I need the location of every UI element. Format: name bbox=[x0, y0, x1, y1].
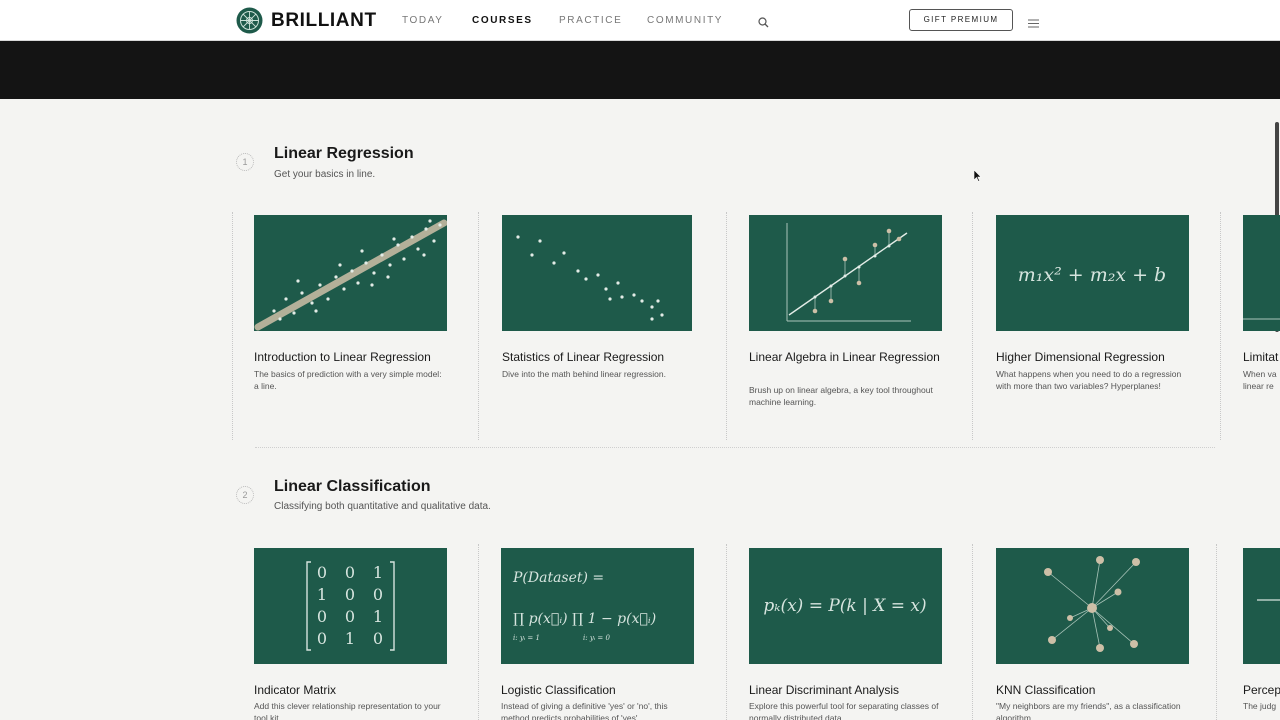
course-description: Dive into the math behind linear regress… bbox=[502, 369, 666, 379]
course-title: Indicator Matrix bbox=[254, 683, 337, 697]
course-title: Linear Discriminant Analysis bbox=[749, 683, 900, 697]
brand-name: BRILLIANT bbox=[271, 9, 377, 31]
matrix-icon: 001 100 001 010 bbox=[306, 561, 395, 651]
course-title: Linear Algebra in Linear Regression bbox=[749, 350, 940, 364]
svg-text:i: yᵢ = 1: i: yᵢ = 1 bbox=[513, 634, 540, 642]
nav-practice[interactable]: PRACTICE bbox=[559, 15, 622, 26]
top-nav: BRILLIANT TODAY COURSES PRACTICE COMMUNI… bbox=[0, 0, 1280, 41]
svg-text:1: 1 bbox=[373, 563, 383, 582]
svg-text:0: 0 bbox=[373, 585, 383, 604]
section-1-number: 1 bbox=[236, 153, 254, 171]
nearest-neighbors-graph-icon bbox=[1044, 556, 1140, 652]
course-thumbnail: m₁x² + m₂x + b bbox=[996, 215, 1189, 331]
course-description: The basics of prediction with a very sim… bbox=[254, 369, 442, 391]
divider bbox=[478, 212, 479, 440]
section-2-subtitle: Classifying both quantitative and qualit… bbox=[274, 501, 491, 512]
section-2-number: 2 bbox=[236, 486, 254, 504]
course-thumbnail: P(Dataset) = ∏ p(x⃗ᵢ) ∏ 1 − p(x⃗ᵢ) i: yᵢ… bbox=[501, 548, 694, 664]
course-description: "My neighbors are my friends", as a clas… bbox=[996, 701, 1181, 720]
divider bbox=[478, 544, 479, 720]
course-title: KNN Classification bbox=[996, 683, 1096, 697]
mouse-cursor-icon bbox=[973, 169, 982, 187]
course-description: Brush up on linear algebra, a key tool t… bbox=[749, 385, 933, 407]
svg-text:0: 0 bbox=[317, 563, 327, 582]
polynomial-formula-icon: m₁x² + m₂x + b bbox=[1018, 264, 1166, 286]
course-thumbnail bbox=[749, 215, 942, 331]
svg-text:1: 1 bbox=[345, 629, 355, 648]
course-title: Higher Dimensional Regression bbox=[996, 350, 1165, 364]
svg-text:0: 0 bbox=[345, 563, 355, 582]
course-thumbnail bbox=[1243, 548, 1280, 664]
lda-formula-icon: pₖ(x) = P(k | X = x) bbox=[763, 596, 926, 616]
divider bbox=[255, 447, 1215, 448]
likelihood-formula-icon: P(Dataset) = ∏ p(x⃗ᵢ) ∏ 1 − p(x⃗ᵢ) i: yᵢ… bbox=[512, 570, 656, 642]
course-description: Explore this powerful tool for separatin… bbox=[749, 701, 939, 720]
course-thumbnail bbox=[254, 215, 447, 331]
course-title: Percep bbox=[1243, 683, 1280, 697]
formula-text: m₁x² + m₂x + b bbox=[1018, 264, 1166, 286]
nav-community[interactable]: COMMUNITY bbox=[647, 15, 723, 26]
course-title: Statistics of Linear Regression bbox=[502, 350, 665, 364]
course-description: When va linear re bbox=[1243, 369, 1277, 391]
svg-text:0: 0 bbox=[317, 629, 327, 648]
course-description: Instead of giving a definitive 'yes' or … bbox=[501, 701, 668, 720]
divider bbox=[1216, 544, 1217, 720]
divider bbox=[972, 544, 973, 720]
course-title: Limitat bbox=[1243, 350, 1279, 364]
divider bbox=[232, 212, 233, 440]
section-1-subtitle: Get your basics in line. bbox=[274, 169, 376, 180]
brand-logo[interactable]: BRILLIANT bbox=[235, 6, 377, 35]
scatter-plot-icon bbox=[516, 235, 664, 321]
course-header-banner bbox=[0, 41, 1280, 99]
scatter-regression-icon bbox=[254, 219, 447, 331]
course-description: Add this clever relationship representat… bbox=[254, 701, 441, 720]
section-1-title: Linear Regression bbox=[274, 145, 414, 162]
svg-text:pₖ(x) = P(k | X = x): pₖ(x) = P(k | X = x) bbox=[763, 596, 926, 616]
course-description: What happens when you need to do a regre… bbox=[996, 369, 1182, 391]
course-title: Logistic Classification bbox=[501, 683, 616, 697]
svg-text:0: 0 bbox=[317, 607, 327, 626]
course-title: Introduction to Linear Regression bbox=[254, 350, 431, 364]
nav-courses[interactable]: COURSES bbox=[472, 15, 533, 26]
svg-text:i: yᵢ = 0: i: yᵢ = 0 bbox=[583, 634, 611, 642]
course-description: The judg bbox=[1243, 701, 1277, 711]
brilliant-logo-icon bbox=[236, 7, 263, 34]
svg-text:0: 0 bbox=[345, 607, 355, 626]
nav-today[interactable]: TODAY bbox=[402, 15, 444, 26]
course-thumbnail bbox=[502, 215, 692, 331]
section-2-title: Linear Classification bbox=[274, 478, 431, 495]
hamburger-menu-icon[interactable] bbox=[1028, 15, 1039, 33]
course-thumbnail: pₖ(x) = P(k | X = x) bbox=[749, 548, 942, 664]
course-thumbnail bbox=[1243, 215, 1280, 331]
search-icon[interactable] bbox=[758, 15, 769, 33]
gift-premium-button[interactable]: GIFT PREMIUM bbox=[909, 9, 1013, 31]
svg-text:P(Dataset) =: P(Dataset) = bbox=[512, 570, 604, 586]
svg-text:0: 0 bbox=[345, 585, 355, 604]
divider bbox=[972, 212, 973, 440]
course-thumbnail: 001 100 001 010 bbox=[254, 548, 447, 664]
regression-residuals-icon bbox=[786, 223, 911, 322]
divider bbox=[726, 544, 727, 720]
svg-text:1: 1 bbox=[317, 585, 327, 604]
svg-text:1: 1 bbox=[373, 607, 383, 626]
svg-text:∏ p(x⃗ᵢ) ∏ 1 − p(x⃗ᵢ): ∏ p(x⃗ᵢ) ∏ 1 − p(x⃗ᵢ) bbox=[513, 611, 656, 627]
divider bbox=[1220, 212, 1221, 440]
divider bbox=[726, 212, 727, 440]
svg-text:0: 0 bbox=[373, 629, 383, 648]
course-thumbnail bbox=[996, 548, 1189, 664]
